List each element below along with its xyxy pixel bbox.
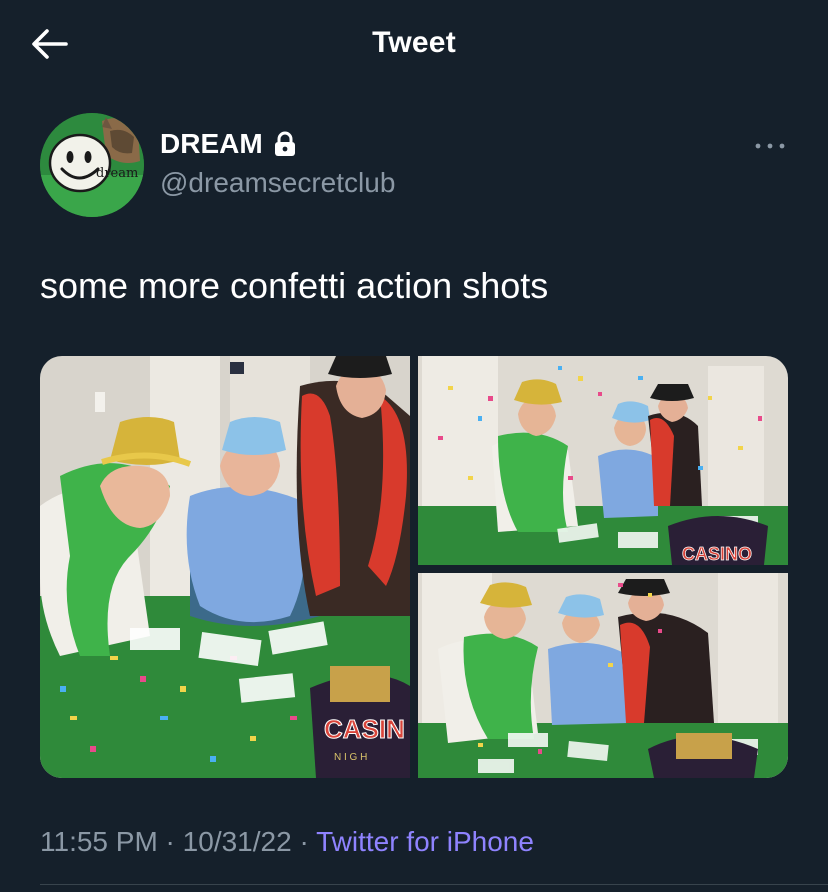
author-handle[interactable]: @dreamsecretclub [160, 167, 395, 199]
avatar[interactable]: dream [40, 113, 144, 217]
divider [40, 884, 828, 885]
casino-sign-text: CASINO [682, 544, 752, 564]
tweet-meta: 11:55 PM · 10/31/22 · Twitter for iPhone [40, 826, 534, 858]
avatar-dream-text: dream [96, 166, 138, 181]
lock-icon [274, 131, 295, 156]
tweet-source-link[interactable]: Twitter for iPhone [316, 826, 534, 857]
top-bar: Tweet [0, 0, 828, 90]
tweet-text: some more confetti action shots [40, 265, 549, 306]
tweet-photo-1[interactable]: CASIN N I G H [40, 356, 410, 778]
tweet-photo-2[interactable]: CASINO [418, 356, 788, 565]
page-title: Tweet [372, 26, 456, 59]
casino-sign-text: CASIN [324, 714, 405, 744]
tweet-date: 10/31/22 [182, 826, 292, 857]
meta-separator: · [291, 826, 317, 857]
tweet-media-grid: CASIN N I G H CASINO [40, 356, 788, 778]
display-name[interactable]: DREAM [160, 128, 263, 160]
tweet-time: 11:55 PM [40, 826, 158, 857]
casino-sign-subtext: N I G H [334, 752, 367, 763]
tweet-photo-3[interactable] [418, 573, 788, 778]
more-horizontal-icon[interactable] [754, 138, 786, 154]
author-name-row[interactable]: DREAM [160, 128, 297, 160]
meta-separator: · [157, 826, 183, 857]
